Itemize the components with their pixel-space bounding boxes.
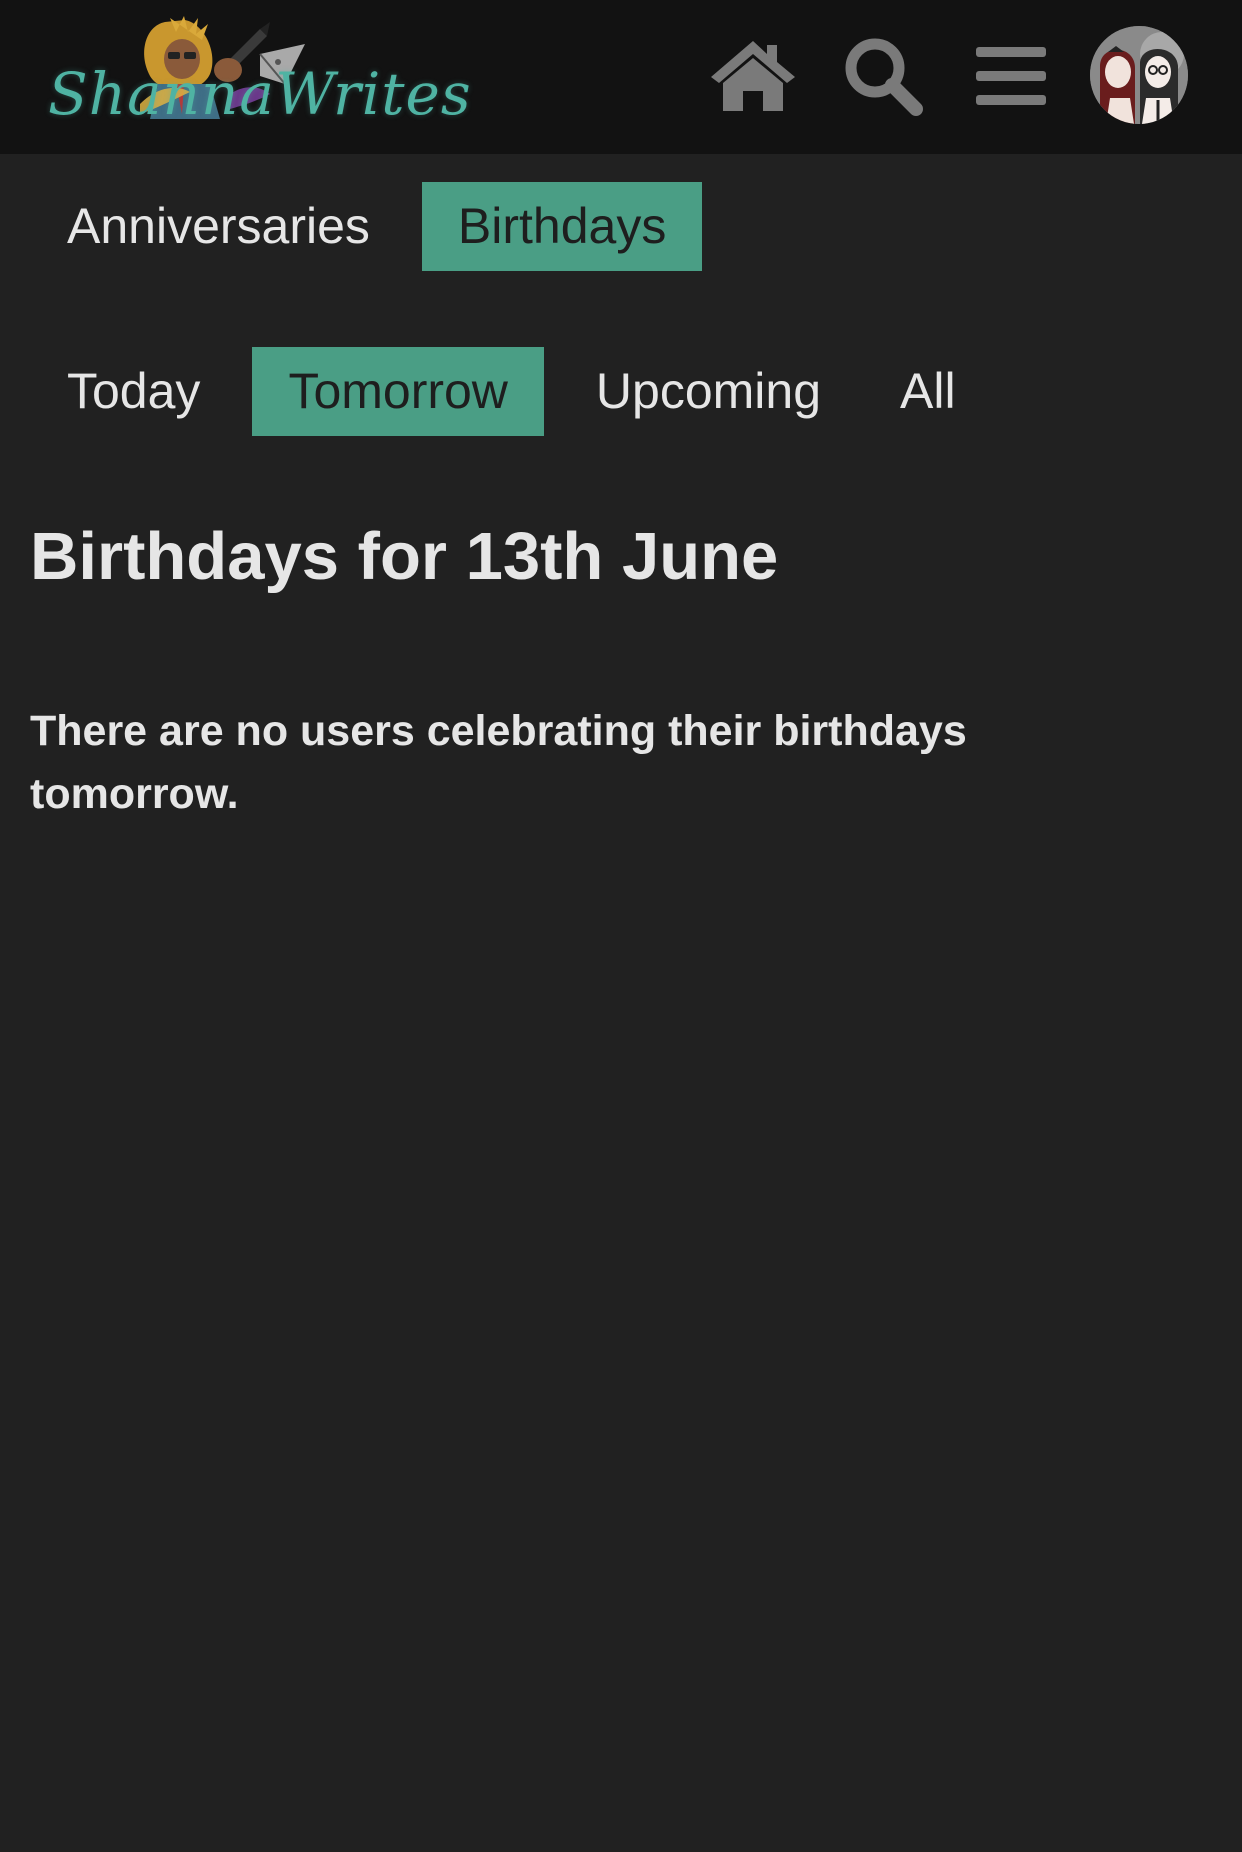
site-logo[interactable]: ShannaWrites [40,14,471,138]
category-tabs: Anniversaries Birthdays [40,182,727,271]
empty-state-message: There are no users celebrating their bir… [30,707,967,818]
tab-tomorrow[interactable]: Tomorrow [252,347,544,436]
tab-anniversaries[interactable]: Anniversaries [40,182,397,271]
logo-text: ShannaWrites [48,60,472,128]
top-navigation-bar: ShannaWrites [0,0,1242,154]
menu-icon[interactable] [963,28,1059,124]
period-tabs: Today Tomorrow Upcoming All [40,347,1008,436]
user-avatar[interactable] [1090,26,1188,124]
tab-birthdays[interactable]: Birthdays [421,182,703,271]
page-title: Birthdays for 13th June [30,519,779,594]
tab-upcoming[interactable]: Upcoming [569,347,848,436]
home-icon[interactable] [705,28,801,124]
tab-today[interactable]: Today [40,347,227,436]
search-icon[interactable] [835,28,931,124]
tab-all[interactable]: All [873,347,983,436]
